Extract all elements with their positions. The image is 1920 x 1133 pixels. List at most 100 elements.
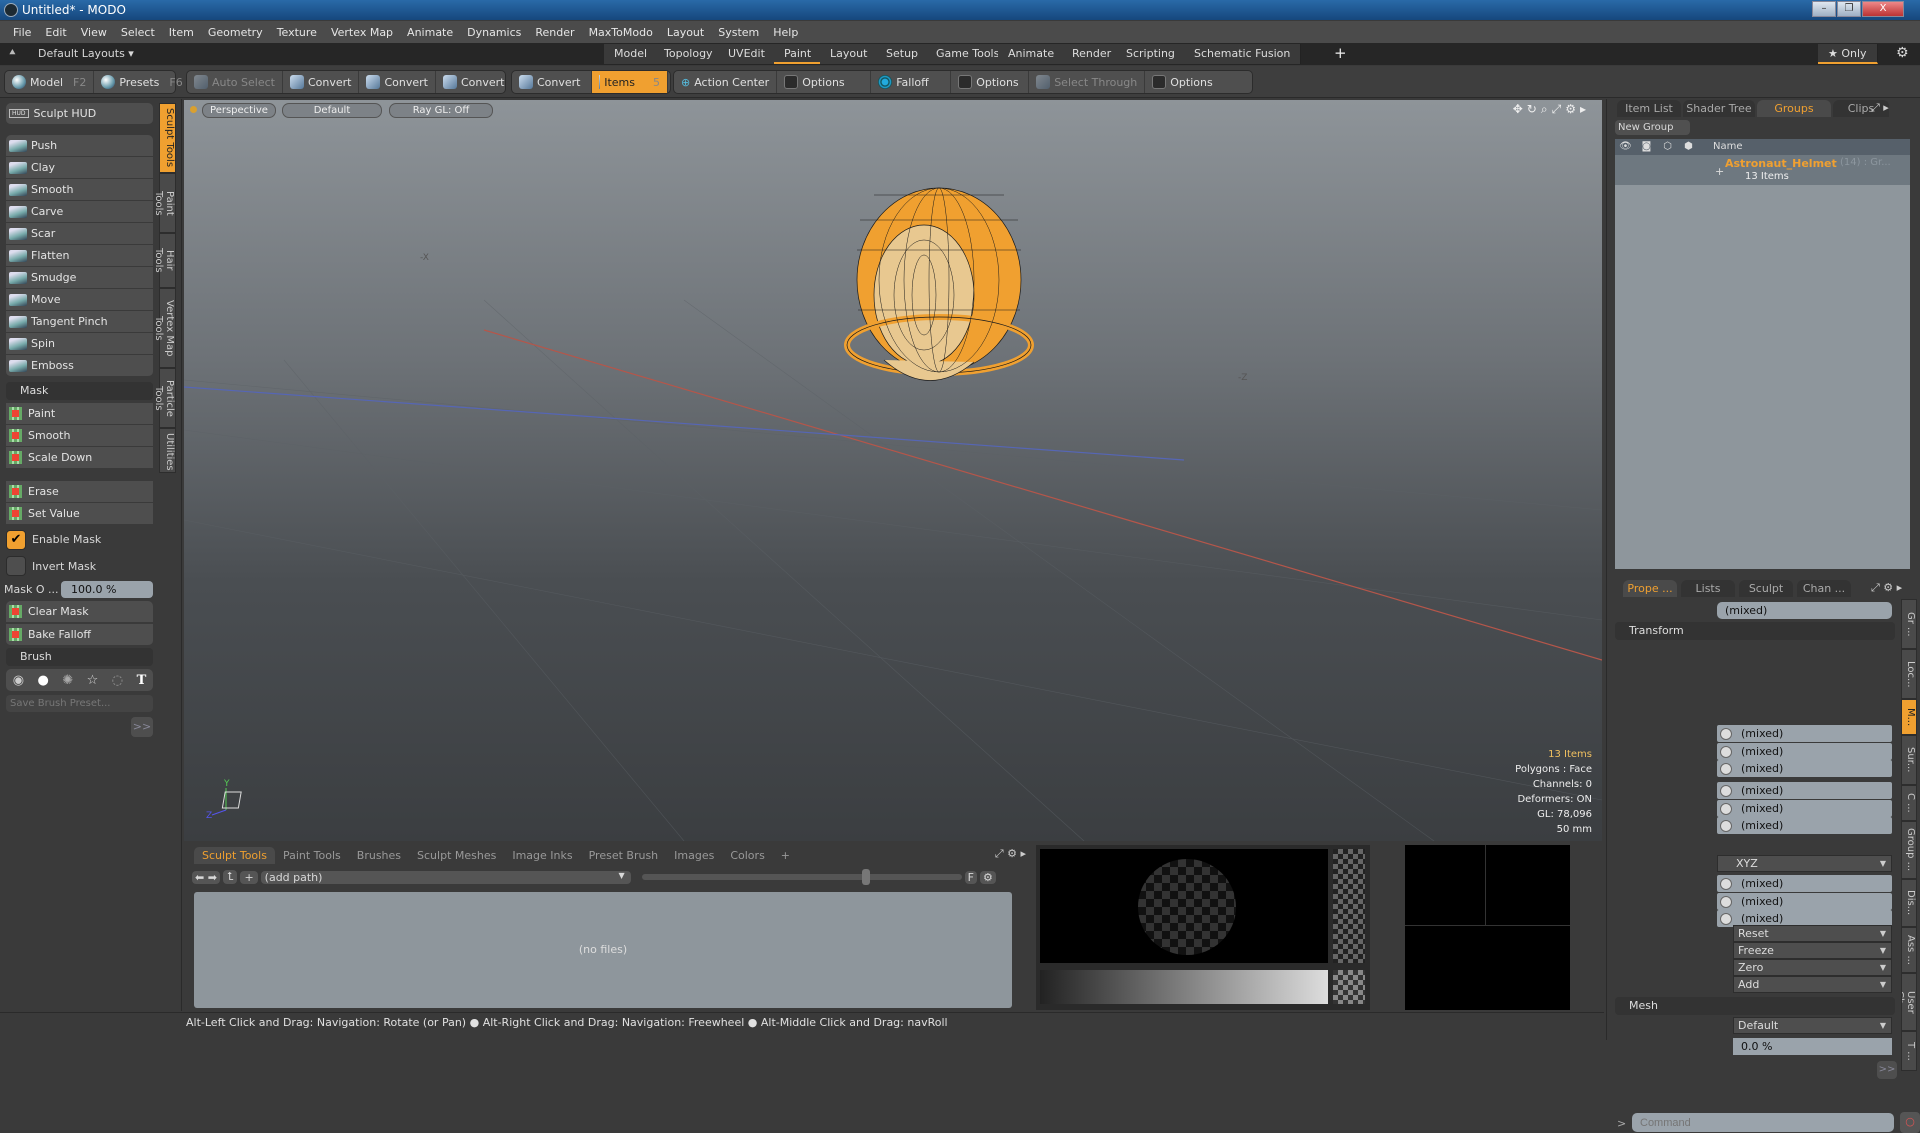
layout-tab-setup[interactable]: Setup xyxy=(876,44,930,64)
tool-scar[interactable]: Scar xyxy=(6,223,153,245)
menu-help[interactable]: Help xyxy=(766,26,805,39)
tool-spin[interactable]: Spin xyxy=(6,333,153,355)
select-through-button[interactable]: Select Through xyxy=(1029,71,1146,93)
props-vtab-group[interactable]: Group ... xyxy=(1901,821,1917,879)
props-vtab-user-ch[interactable]: User Ch... xyxy=(1901,973,1917,1031)
soft-brush-icon[interactable]: ◉ xyxy=(13,673,24,688)
layout-tab-scripting[interactable]: Scripting xyxy=(1116,44,1186,64)
convert-button-1[interactable]: Convert xyxy=(283,71,360,93)
menu-system[interactable]: System xyxy=(711,26,766,39)
layout-tab-model[interactable]: Model xyxy=(604,44,659,64)
convert-button-4[interactable]: Convert xyxy=(512,71,592,93)
hard-brush-icon[interactable]: ● xyxy=(38,673,49,688)
layout-tab-layout[interactable]: Layout xyxy=(820,44,879,64)
menu-maxtomodo[interactable]: MaxToModo xyxy=(582,26,660,39)
gear-icon[interactable]: ⚙ xyxy=(1896,45,1909,61)
maximize-button[interactable]: ❐ xyxy=(1837,1,1861,17)
noise-brush-icon[interactable]: ✺ xyxy=(62,673,73,688)
transform-section-header[interactable]: Transform xyxy=(1615,622,1895,640)
props-vtab-sur[interactable]: Sur... xyxy=(1901,735,1917,785)
menu-texture[interactable]: Texture xyxy=(270,26,324,39)
props-vtab-loc[interactable]: Loc... xyxy=(1901,649,1917,699)
close-button[interactable]: X xyxy=(1862,1,1904,17)
bottom-tab-sculpt-tools[interactable]: Sculpt Tools xyxy=(194,847,275,864)
props-more-button[interactable]: >> xyxy=(1877,1061,1897,1079)
default-layouts-dropdown[interactable]: Default Layouts ▾ xyxy=(38,47,134,60)
rotation-order-dropdown[interactable]: XYZ xyxy=(1717,855,1892,872)
transform-field[interactable]: (mixed) xyxy=(1717,817,1892,834)
menu-edit[interactable]: Edit xyxy=(38,26,73,39)
falloff-button[interactable]: Falloff xyxy=(871,71,952,93)
convert-button-2[interactable]: Convert xyxy=(359,71,436,93)
action-center-options-button[interactable]: Options xyxy=(777,71,872,93)
only-toggle[interactable]: ★ Only xyxy=(1818,44,1878,64)
action-zero-dropdown[interactable]: Zero xyxy=(1733,959,1892,976)
bake-falloff-button[interactable]: Bake Falloff xyxy=(6,624,153,646)
menu-select[interactable]: Select xyxy=(114,26,162,39)
props-vtab-gr[interactable]: Gr ... xyxy=(1901,599,1917,649)
transform-field[interactable]: (mixed) xyxy=(1717,742,1892,760)
scale-field[interactable]: (mixed) xyxy=(1717,892,1892,910)
tab-groups[interactable]: Groups xyxy=(1757,100,1831,117)
transform-field[interactable]: (mixed) xyxy=(1717,725,1892,742)
visibility-eye-icon[interactable]: 👁 xyxy=(1615,139,1636,155)
gear-icon[interactable]: ⚙ xyxy=(979,870,996,884)
model-button[interactable]: Model F2 xyxy=(5,71,95,93)
tool-tangent-pinch[interactable]: Tangent Pinch xyxy=(6,311,153,333)
action-freeze-dropdown[interactable]: Freeze xyxy=(1733,942,1892,959)
panel-expand-icon[interactable]: ⤢ ▸ xyxy=(1871,101,1889,115)
command-input[interactable] xyxy=(1632,1113,1894,1132)
layout-tab-uvedit[interactable]: UVEdit xyxy=(718,44,776,64)
procedural-brush-icon[interactable]: ◌ xyxy=(112,673,123,688)
render-dropdown[interactable]: Default xyxy=(1733,1017,1892,1034)
sculpt-hud-button[interactable]: HUD Sculpt HUD xyxy=(6,103,153,125)
back-forward-buttons[interactable]: ⬅ ➡ xyxy=(192,870,220,884)
clear-mask-button[interactable]: Clear Mask xyxy=(6,601,153,623)
star-brush-icon[interactable]: ☆ xyxy=(87,673,99,688)
menu-vertex-map[interactable]: Vertex Map xyxy=(324,26,400,39)
action-center-button[interactable]: ⊕ Action Center xyxy=(674,71,778,93)
thumbnail-size-slider[interactable] xyxy=(641,869,962,885)
mesh-section-header[interactable]: Mesh xyxy=(1615,997,1895,1015)
bottom-tab-colors[interactable]: Colors xyxy=(722,847,772,864)
tab-shader-tree[interactable]: Shader Tree xyxy=(1683,100,1755,117)
mask-set-value-button[interactable]: Set Value xyxy=(6,503,153,525)
groups-list[interactable]: 👁 ◙ ⬡ ⬢ Name + Astronaut_Helmet (14) : Gr..… xyxy=(1615,139,1910,569)
tool-carve[interactable]: Carve xyxy=(6,201,153,223)
vtab-sculpt-tools[interactable]: Sculpt Tools xyxy=(159,103,176,173)
mask-erase-button[interactable]: Erase xyxy=(6,481,153,503)
tab-item-list[interactable]: Item List xyxy=(1617,100,1681,117)
action-add-dropdown[interactable]: Add xyxy=(1733,976,1892,993)
props-options-icon[interactable]: ⤢ ⚙ ▸ xyxy=(1871,581,1902,595)
convert-button-3[interactable]: Convert xyxy=(436,71,512,93)
invert-mask-checkbox[interactable] xyxy=(6,556,26,576)
transform-field[interactable]: (mixed) xyxy=(1717,799,1892,817)
dissolve-field[interactable]: 0.0 % xyxy=(1733,1038,1892,1055)
path-dropdown[interactable]: (add path) ▼ xyxy=(260,870,631,884)
tool-clay[interactable]: Clay xyxy=(6,157,153,179)
bottom-tab-sculpt-meshes[interactable]: Sculpt Meshes xyxy=(409,847,504,864)
tool-push[interactable]: Push xyxy=(6,135,153,157)
auto-select-button[interactable]: Auto Select xyxy=(187,71,283,93)
tool-move[interactable]: Move xyxy=(6,289,153,311)
menu-item[interactable]: Item xyxy=(162,26,201,39)
menu-geometry[interactable]: Geometry xyxy=(201,26,270,39)
tool-smudge[interactable]: Smudge xyxy=(6,267,153,289)
scale-field[interactable]: (mixed) xyxy=(1717,875,1892,892)
minimize-button[interactable]: – xyxy=(1812,1,1836,17)
layout-tab-topology[interactable]: Topology xyxy=(654,44,724,64)
select-through-options-button[interactable]: Options xyxy=(1145,71,1219,93)
3d-viewport[interactable]: Perspective Default Ray GL: Off ✥↻⌕⤢⚙▸ -… xyxy=(184,100,1602,841)
panel-options-icon[interactable]: ⤢ ⚙ ▸ xyxy=(995,847,1026,861)
add-path-icon-button[interactable]: + xyxy=(240,870,258,884)
props-tab-lists[interactable]: Lists xyxy=(1681,580,1735,597)
more-button[interactable]: >> xyxy=(131,717,153,737)
props-tab-chan[interactable]: Chan ... xyxy=(1797,580,1851,597)
items-button[interactable]: Items 5 xyxy=(592,71,668,93)
bottom-tab-paint-tools[interactable]: Paint Tools xyxy=(275,847,349,864)
text-brush-icon[interactable]: T xyxy=(137,673,147,688)
layout-tab-render[interactable]: Render xyxy=(1062,44,1123,64)
mask-section-header[interactable]: Mask xyxy=(6,382,153,400)
layout-tab-paint[interactable]: Paint xyxy=(774,44,823,64)
vtab-utilities[interactable]: Utilities xyxy=(159,428,176,473)
